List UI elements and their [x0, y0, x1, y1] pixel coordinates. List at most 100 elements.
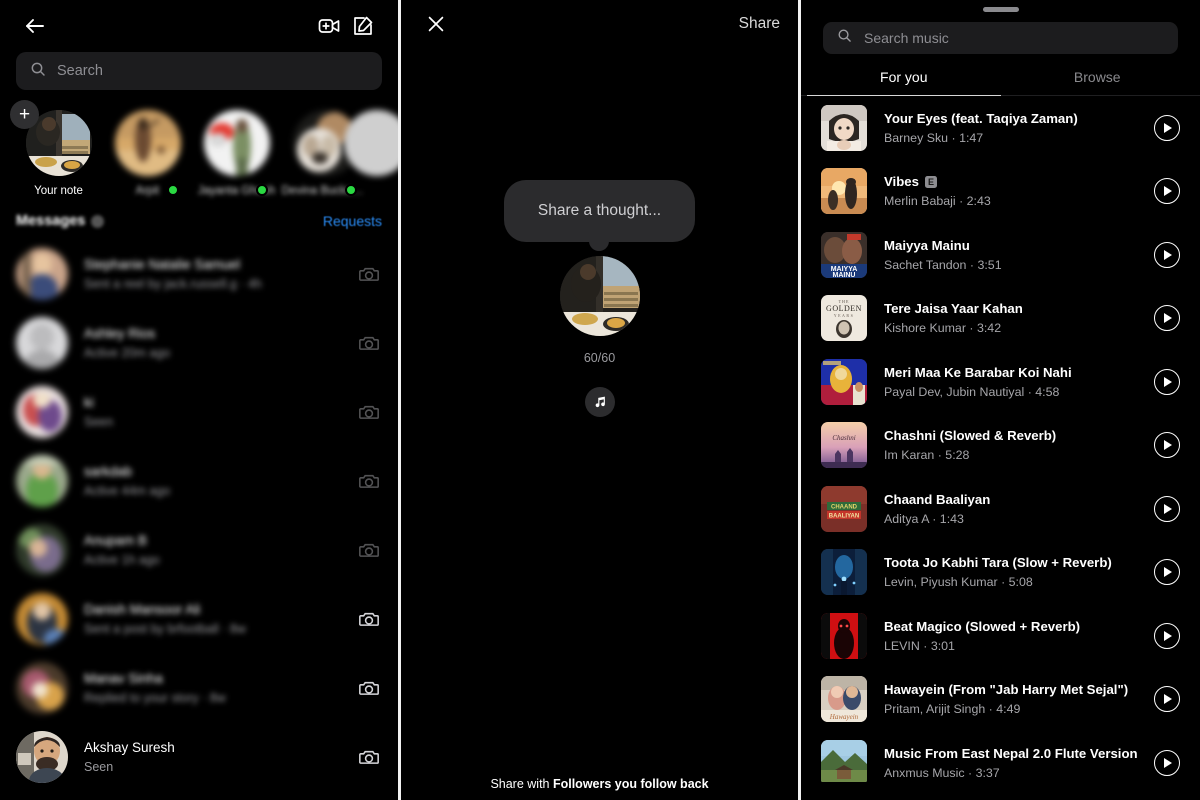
music-note-icon[interactable] [584, 387, 615, 417]
list-item[interactable]: Your Eyes (feat. Taqiya Zaman) Barney Sk… [801, 96, 1200, 160]
list-item[interactable]: Beat Magico (Slowed + Reverb) LEVIN · 3:… [801, 604, 1200, 668]
list-item[interactable]: MAIYYA MAINU Maiyya Mainu Sachet Tandon … [801, 223, 1200, 287]
note-item-1[interactable]: Arpit [103, 110, 192, 197]
close-icon[interactable] [419, 7, 453, 41]
thread-preview: Sent a reel by jack.russell.g · 4h [84, 276, 262, 291]
play-button[interactable] [1154, 178, 1180, 205]
dm-header [0, 0, 398, 52]
share-with-footer: Share with Followers you follow back [401, 777, 798, 791]
play-button[interactable] [1154, 368, 1180, 395]
avatar [16, 523, 68, 576]
song-meta: Aditya A · 1:43 [884, 511, 964, 526]
note-item-2[interactable]: Jayanta Ghosh [192, 110, 281, 197]
song-list: Your Eyes (feat. Taqiya Zaman) Barney Sk… [801, 96, 1200, 782]
table-row[interactable]: Ashley Rios Active 20m ago [0, 308, 398, 377]
thread-name: sarkdab [84, 463, 133, 479]
song-meta: Sachet Tandon · 3:51 [884, 257, 1002, 272]
camera-icon[interactable] [356, 261, 382, 287]
play-button[interactable] [1154, 305, 1180, 332]
play-button[interactable] [1154, 241, 1180, 268]
list-item[interactable]: CHAAND BAALIYAN Chaand Baaliyan Aditya A… [801, 477, 1200, 541]
play-icon [1164, 503, 1173, 514]
list-item[interactable]: Chashni Chashni (Slowed & Reverb) Im Kar… [801, 414, 1200, 478]
thread-name: Anupam B [84, 532, 148, 548]
list-item[interactable]: THE GOLDEN YEARS Tere Jaisa Yaar Kahan K… [801, 287, 1200, 351]
share-button[interactable]: Share [739, 15, 780, 33]
avatar [16, 730, 68, 783]
song-title: Maiyya Mainu [884, 237, 970, 253]
camera-icon[interactable] [356, 468, 382, 494]
play-button[interactable] [1154, 495, 1180, 522]
table-row[interactable]: Akshay Suresh Seen [0, 722, 398, 791]
list-item[interactable]: Hawayein Hawayein (From "Jab Harry Met S… [801, 668, 1200, 732]
list-item[interactable]: Meri Maa Ke Barabar Koi Nahi Payal Dev, … [801, 350, 1200, 414]
album-art: CHAAND BAALIYAN [821, 485, 867, 532]
list-item[interactable]: Vibes E Merlin Babaji · 2:43 [801, 160, 1200, 224]
table-row[interactable]: Danish Mansoor Ali Sent a post by brfoot… [0, 584, 398, 653]
avatar [16, 661, 68, 714]
search-music-input[interactable]: Search music [823, 22, 1178, 54]
thread-text: Akshay Suresh Seen [84, 740, 340, 774]
album-art: Chashni [821, 422, 867, 469]
thread-text: Stephanie Natalie Samuel Sent a reel by … [84, 257, 340, 291]
camera-icon[interactable] [356, 537, 382, 563]
album-art: MAIYYA MAINU [821, 231, 867, 278]
song-title: Music From East Nepal 2.0 Flute Version [884, 745, 1137, 761]
thread-name: Akshay Suresh [84, 739, 175, 755]
note-composer-panel: Share Share a thought... 60/60 Share wit… [401, 0, 798, 800]
play-icon [1164, 630, 1173, 641]
svg-text:CHAAND: CHAAND [831, 504, 858, 510]
thread-preview: Sent a post by brfootball · 8w [84, 621, 246, 636]
compose-icon[interactable] [346, 9, 380, 43]
tab-for-you[interactable]: For you [807, 69, 1001, 96]
list-item[interactable]: Music From East Nepal 2.0 Flute Version … [801, 731, 1200, 782]
camera-icon[interactable] [356, 399, 382, 425]
play-button[interactable] [1154, 114, 1180, 141]
direct-messages-panel: Search + Your note Arpit Jayanta Ghosh D… [0, 0, 398, 800]
camera-icon[interactable] [356, 330, 382, 356]
table-row[interactable]: ki Seen [0, 377, 398, 446]
song-title: Beat Magico (Slowed + Reverb) [884, 618, 1081, 634]
play-button[interactable] [1154, 622, 1180, 649]
back-arrow-icon[interactable] [18, 9, 52, 43]
thread-name: Stephanie Natalie Samuel [84, 256, 241, 272]
note-item-partial[interactable] [344, 110, 398, 197]
tab-browse[interactable]: Browse [1001, 69, 1195, 96]
play-button[interactable] [1154, 559, 1180, 586]
note-thought-input[interactable]: Share a thought... [503, 180, 696, 242]
svg-text:Chashni: Chashni [832, 434, 855, 442]
thread-text: ki Seen [84, 395, 340, 429]
video-call-add-icon[interactable] [312, 9, 346, 43]
messages-label: Messages [16, 213, 86, 229]
camera-icon[interactable] [356, 744, 382, 770]
song-meta: Payal Dev, Jubin Nautiyal · 4:58 [884, 384, 1060, 399]
table-row[interactable]: Manav Sinha Replied to your story · 8w [0, 653, 398, 722]
song-title: Your Eyes (feat. Taqiya Zaman) [884, 110, 1078, 126]
svg-text:BAALIYAN: BAALIYAN [829, 513, 859, 519]
list-item[interactable]: Toota Jo Kabhi Tara (Slow + Reverb) Levi… [801, 541, 1200, 605]
album-art [821, 612, 867, 659]
table-row[interactable]: Anupam B Active 1h ago [0, 515, 398, 584]
play-button[interactable] [1154, 686, 1180, 713]
note-item-your-note[interactable]: + Your note [10, 100, 103, 197]
svg-text:MAINU: MAINU [833, 272, 856, 278]
table-row[interactable]: Stephanie Natalie Samuel Sent a reel by … [0, 239, 398, 308]
chevron-down-icon[interactable] [91, 214, 105, 228]
online-status-dot [167, 184, 179, 196]
note-label: Your note [34, 185, 83, 197]
music-search-wrapper: Search music [801, 12, 1200, 54]
search-input[interactable]: Search [16, 52, 382, 90]
add-note-plus-icon[interactable]: + [10, 100, 39, 129]
song-meta: Levin, Piyush Kumar · 5:08 [884, 575, 1033, 590]
requests-link[interactable]: Requests [323, 213, 382, 229]
table-row[interactable]: sarkdab Active 44m ago [0, 446, 398, 515]
album-art [821, 358, 867, 405]
play-button[interactable] [1154, 432, 1180, 459]
thread-name: ki [84, 394, 94, 410]
avatar [16, 454, 68, 507]
thread-preview: Seen [84, 759, 114, 774]
thread-text: Danish Mansoor Ali Sent a post by brfoot… [84, 602, 340, 636]
camera-icon[interactable] [356, 675, 382, 701]
play-button[interactable] [1154, 749, 1180, 776]
camera-icon[interactable] [356, 606, 382, 632]
